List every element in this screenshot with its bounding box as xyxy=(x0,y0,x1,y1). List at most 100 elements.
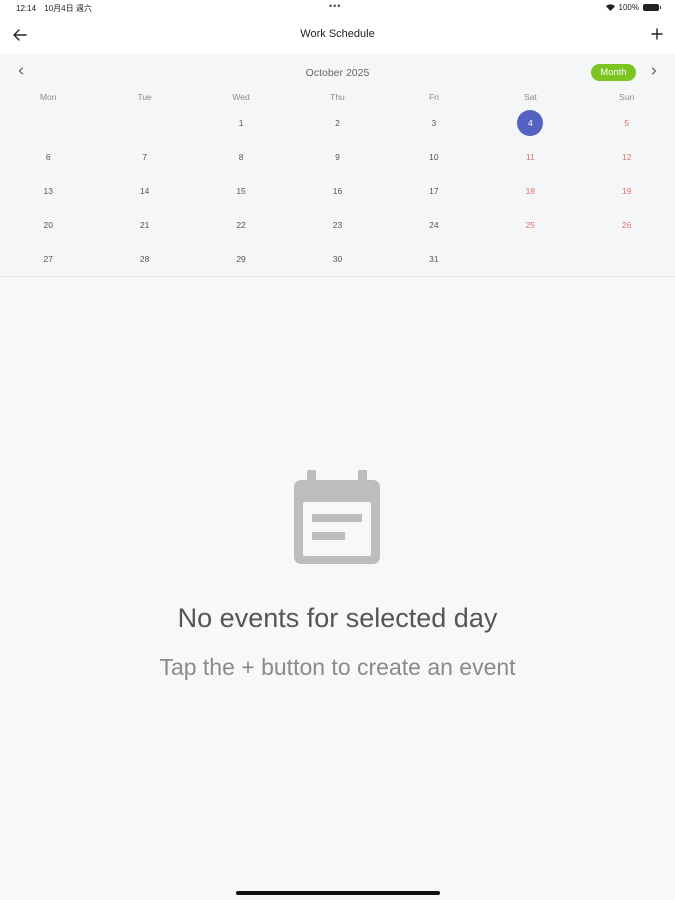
wifi-icon xyxy=(605,4,615,11)
day-number: 6 xyxy=(45,152,51,162)
day-cell[interactable]: 8 xyxy=(193,140,289,174)
day-number: 5 xyxy=(624,118,630,128)
day-number: 3 xyxy=(431,118,437,128)
day-number: 2 xyxy=(335,118,340,128)
day-number: 9 xyxy=(335,152,340,162)
day-cell[interactable]: 4 xyxy=(482,106,578,140)
day-number: 22 xyxy=(236,220,246,230)
day-cell[interactable]: 22 xyxy=(193,208,289,242)
day-cell[interactable]: 3 xyxy=(386,106,482,140)
day-cell[interactable]: 23 xyxy=(289,208,385,242)
day-cell[interactable]: 1 xyxy=(193,106,289,140)
weekday-row: Mon Tue Wed Thu Fri Sat Sun xyxy=(0,92,675,106)
empty-day-cell xyxy=(579,242,675,276)
weekday-label: Sun xyxy=(619,92,635,102)
day-number: 1 xyxy=(238,118,244,128)
day-cell[interactable]: 14 xyxy=(96,174,192,208)
day-number: 20 xyxy=(43,220,53,230)
day-cell[interactable]: 26 xyxy=(579,208,675,242)
day-number: 15 xyxy=(236,186,246,196)
day-number: 23 xyxy=(332,220,343,230)
day-cell[interactable]: 10 xyxy=(386,140,482,174)
day-number: 24 xyxy=(429,220,439,230)
calendar-icon xyxy=(294,470,380,564)
day-cell[interactable]: 7 xyxy=(96,140,192,174)
weekday-label: Tue xyxy=(137,92,152,102)
day-number: 16 xyxy=(332,186,343,196)
day-cell[interactable]: 6 xyxy=(0,140,96,174)
multitask-dots[interactable]: ••• xyxy=(329,1,341,11)
day-number: 30 xyxy=(332,254,343,264)
status-right: 100% xyxy=(605,3,661,12)
day-cell[interactable]: 21 xyxy=(96,208,192,242)
day-number: 8 xyxy=(238,152,244,162)
weekday-label: Mon xyxy=(39,92,57,102)
day-number: 7 xyxy=(142,152,147,162)
day-cell[interactable]: 16 xyxy=(289,174,385,208)
status-left: 12:14 10月4日 週六 xyxy=(16,3,98,14)
empty-day-cell xyxy=(0,106,96,140)
day-cell[interactable]: 30 xyxy=(289,242,385,276)
month-title: October 2025 xyxy=(305,67,370,79)
day-cell[interactable]: 18 xyxy=(482,174,578,208)
status-date: 10月4日 週六 xyxy=(44,4,92,13)
day-number: 19 xyxy=(622,186,632,196)
calendar: October 2025 Month Mon Tue Wed Thu Fri S… xyxy=(0,54,675,277)
day-cell[interactable]: 15 xyxy=(193,174,289,208)
nav-bar: Work Schedule xyxy=(0,16,675,54)
calendar-header: October 2025 Month xyxy=(0,54,675,90)
day-number: 28 xyxy=(139,254,150,264)
empty-day-cell xyxy=(96,106,192,140)
day-cell[interactable]: 31 xyxy=(386,242,482,276)
day-number: 17 xyxy=(429,186,439,196)
day-number: 18 xyxy=(525,186,536,196)
empty-state: No events for selected day Tap the + but… xyxy=(0,278,675,838)
day-number: 26 xyxy=(622,220,632,230)
add-event-button[interactable] xyxy=(647,24,667,44)
weekday-label: Thu xyxy=(330,92,345,102)
day-cell[interactable]: 29 xyxy=(193,242,289,276)
day-cell[interactable]: 11 xyxy=(482,140,578,174)
weekday-label: Sat xyxy=(523,92,537,102)
next-month-button[interactable] xyxy=(647,64,661,78)
day-number: 29 xyxy=(236,254,246,264)
day-number: 13 xyxy=(43,186,53,196)
day-cell[interactable]: 19 xyxy=(579,174,675,208)
day-number: 25 xyxy=(525,220,536,230)
battery-percent: 100% xyxy=(618,3,639,12)
battery-icon xyxy=(643,4,661,11)
chevron-right-icon xyxy=(651,67,657,75)
plus-icon xyxy=(651,28,663,40)
status-time: 12:14 xyxy=(16,4,37,13)
day-cell[interactable]: 9 xyxy=(289,140,385,174)
day-number: 27 xyxy=(43,254,53,264)
day-cell[interactable]: 28 xyxy=(96,242,192,276)
empty-state-title: No events for selected day xyxy=(177,603,498,633)
day-cell[interactable]: 20 xyxy=(0,208,96,242)
weekday-label: Wed xyxy=(232,92,250,102)
home-indicator[interactable] xyxy=(236,891,440,895)
view-toggle-button[interactable]: Month xyxy=(591,64,636,81)
day-number: 12 xyxy=(622,152,632,162)
day-cell[interactable]: 12 xyxy=(579,140,675,174)
day-cell[interactable]: 27 xyxy=(0,242,96,276)
page-title: Work Schedule xyxy=(300,28,375,40)
day-number: 31 xyxy=(429,254,439,264)
day-number: 10 xyxy=(429,152,439,162)
status-bar: 12:14 10月4日 週六 ••• 100% xyxy=(0,0,675,16)
day-number: 14 xyxy=(139,186,150,196)
day-cell[interactable]: 24 xyxy=(386,208,482,242)
days-grid: 1 2 3 4 5 6 7 8 9 10 11 12 13 14 15 16 17 18 19 20 21 22 23 24 2… xyxy=(0,106,675,276)
day-cell[interactable]: 13 xyxy=(0,174,96,208)
day-cell[interactable]: 17 xyxy=(386,174,482,208)
day-number: 21 xyxy=(139,220,150,230)
day-number: 11 xyxy=(525,152,535,162)
day-cell[interactable]: 25 xyxy=(482,208,578,242)
app-screen: 12:14 10月4日 週六 ••• 100% Work Schedule Oc… xyxy=(0,0,675,900)
day-cell[interactable]: 5 xyxy=(579,106,675,140)
empty-state-subtitle: Tap the + button to create an event xyxy=(159,654,516,680)
day-number: 4 xyxy=(517,110,544,136)
weekday-label: Fri xyxy=(428,92,439,102)
day-cell[interactable]: 2 xyxy=(289,106,385,140)
empty-day-cell xyxy=(482,242,578,276)
